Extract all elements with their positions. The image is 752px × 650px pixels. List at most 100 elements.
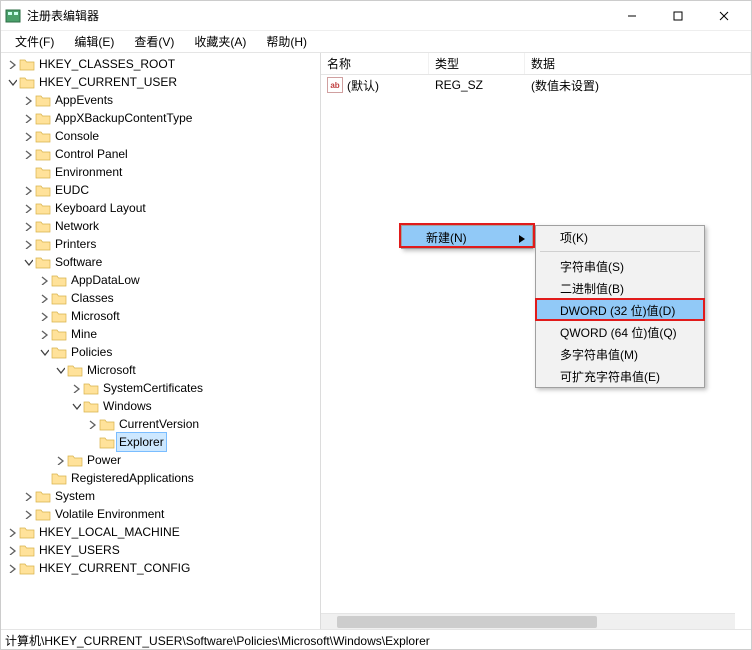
tree-item-hklm[interactable]: HKEY_LOCAL_MACHINE	[1, 523, 320, 541]
tree-item-appxbackup[interactable]: AppXBackupContentType	[17, 109, 320, 127]
tree-item-volatileenv[interactable]: Volatile Environment	[17, 505, 320, 523]
tree-item-mine[interactable]: Mine	[33, 325, 320, 343]
context-label: 可扩充字符串值(E)	[560, 368, 660, 385]
minimize-button[interactable]	[609, 1, 655, 31]
folder-icon	[35, 129, 51, 143]
value-data: (数值未设置)	[525, 77, 751, 94]
folder-icon	[35, 255, 51, 269]
chevron-right-icon[interactable]	[21, 93, 35, 107]
tree-item-environment[interactable]: Environment	[17, 163, 320, 181]
tree-item-appevents[interactable]: AppEvents	[17, 91, 320, 109]
chevron-right-icon[interactable]	[5, 543, 19, 557]
tree-item-power[interactable]: Power	[49, 451, 320, 469]
tree-item-hkcu[interactable]: HKEY_CURRENT_USER	[1, 73, 320, 91]
chevron-right-icon[interactable]	[21, 237, 35, 251]
tree-label: AppXBackupContentType	[55, 109, 192, 127]
column-header-data[interactable]: 数据	[525, 53, 751, 74]
statusbar-path: 计算机\HKEY_CURRENT_USER\Software\Policies\…	[5, 634, 430, 648]
menu-help[interactable]: 帮助(H)	[256, 31, 317, 52]
chevron-right-icon[interactable]	[37, 309, 51, 323]
scrollbar-horizontal[interactable]	[321, 613, 735, 629]
menu-favorites[interactable]: 收藏夹(A)	[184, 31, 256, 52]
value-name: (默认)	[347, 77, 379, 94]
tree-label: Classes	[71, 289, 114, 307]
tree-label: Console	[55, 127, 99, 145]
folder-icon	[19, 75, 35, 89]
tree-item-network[interactable]: Network	[17, 217, 320, 235]
tree-pane[interactable]: HKEY_CLASSES_ROOT HKEY_CURRENT_USER AppE…	[1, 53, 321, 629]
menu-file[interactable]: 文件(F)	[5, 31, 64, 52]
folder-icon	[51, 273, 67, 287]
tree-item-policies-microsoft[interactable]: Microsoft	[49, 361, 320, 379]
chevron-down-icon[interactable]	[21, 255, 35, 269]
folder-icon	[35, 93, 51, 107]
menu-view[interactable]: 查看(V)	[124, 31, 184, 52]
chevron-right-icon[interactable]	[21, 201, 35, 215]
tree-item-appdatalow[interactable]: AppDataLow	[33, 271, 320, 289]
tree-item-currentversion[interactable]: CurrentVersion	[81, 415, 320, 433]
tree-item-policies[interactable]: Policies	[33, 343, 320, 361]
folder-icon	[51, 309, 67, 323]
chevron-right-icon[interactable]	[21, 489, 35, 503]
tree-item-controlpanel[interactable]: Control Panel	[17, 145, 320, 163]
menu-edit[interactable]: 编辑(E)	[64, 31, 124, 52]
tree-item-hku[interactable]: HKEY_USERS	[1, 541, 320, 559]
chevron-right-icon[interactable]	[21, 147, 35, 161]
context-item-qword[interactable]: QWORD (64 位)值(Q)	[536, 321, 704, 343]
context-item-multistring[interactable]: 多字符串值(M)	[536, 343, 704, 365]
tree-item-printers[interactable]: Printers	[17, 235, 320, 253]
chevron-right-icon[interactable]	[21, 219, 35, 233]
tree-item-hkcr[interactable]: HKEY_CLASSES_ROOT	[1, 55, 320, 73]
column-header-type[interactable]: 类型	[429, 53, 525, 74]
context-item-expandstring[interactable]: 可扩充字符串值(E)	[536, 365, 704, 387]
tree-item-software[interactable]: Software	[17, 253, 320, 271]
tree-item-microsoft[interactable]: Microsoft	[33, 307, 320, 325]
chevron-right-icon[interactable]	[5, 525, 19, 539]
chevron-down-icon[interactable]	[69, 399, 83, 413]
folder-icon	[99, 417, 115, 431]
chevron-right-icon[interactable]	[21, 129, 35, 143]
tree-label: CurrentVersion	[119, 415, 199, 433]
tree-item-systemcerts[interactable]: SystemCertificates	[65, 379, 320, 397]
tree-item-classes[interactable]: Classes	[33, 289, 320, 307]
chevron-down-icon[interactable]	[5, 75, 19, 89]
tree-item-registeredapps[interactable]: RegisteredApplications	[33, 469, 320, 487]
context-item-string[interactable]: 字符串值(S)	[536, 255, 704, 277]
chevron-right-icon[interactable]	[53, 453, 67, 467]
chevron-right-icon[interactable]	[37, 327, 51, 341]
tree-item-explorer[interactable]: Explorer	[81, 433, 320, 451]
tree-item-system[interactable]: System	[17, 487, 320, 505]
tree-item-keyboard[interactable]: Keyboard Layout	[17, 199, 320, 217]
submenu-arrow-icon	[518, 232, 526, 246]
chevron-right-icon[interactable]	[85, 417, 99, 431]
folder-icon	[19, 57, 35, 71]
chevron-right-icon[interactable]	[69, 381, 83, 395]
chevron-right-icon[interactable]	[21, 183, 35, 197]
chevron-down-icon[interactable]	[53, 363, 67, 377]
folder-icon	[35, 219, 51, 233]
close-button[interactable]	[701, 1, 747, 31]
folder-icon	[35, 237, 51, 251]
context-item-binary[interactable]: 二进制值(B)	[536, 277, 704, 299]
scrollbar-thumb[interactable]	[337, 616, 597, 628]
folder-icon	[51, 471, 67, 485]
chevron-right-icon[interactable]	[5, 561, 19, 575]
chevron-right-icon[interactable]	[37, 291, 51, 305]
tree-item-hkcc[interactable]: HKEY_CURRENT_CONFIG	[1, 559, 320, 577]
tree-item-eudc[interactable]: EUDC	[17, 181, 320, 199]
context-item-key[interactable]: 项(K)	[536, 226, 704, 248]
context-item-dword[interactable]: DWORD (32 位)值(D)	[536, 299, 704, 321]
chevron-right-icon[interactable]	[37, 273, 51, 287]
column-header-name[interactable]: 名称	[321, 53, 429, 74]
chevron-right-icon[interactable]	[21, 111, 35, 125]
chevron-right-icon[interactable]	[21, 507, 35, 521]
context-item-new[interactable]: 新建(N)	[402, 226, 532, 248]
folder-icon	[35, 183, 51, 197]
tree-item-windows[interactable]: Windows	[65, 397, 320, 415]
chevron-right-icon[interactable]	[5, 57, 19, 71]
list-body[interactable]: ab(默认) REG_SZ (数值未设置) 新建(N) 项(K) 字符串值(S)…	[321, 75, 751, 629]
maximize-button[interactable]	[655, 1, 701, 31]
list-row[interactable]: ab(默认) REG_SZ (数值未设置)	[321, 75, 751, 95]
chevron-down-icon[interactable]	[37, 345, 51, 359]
tree-item-console[interactable]: Console	[17, 127, 320, 145]
